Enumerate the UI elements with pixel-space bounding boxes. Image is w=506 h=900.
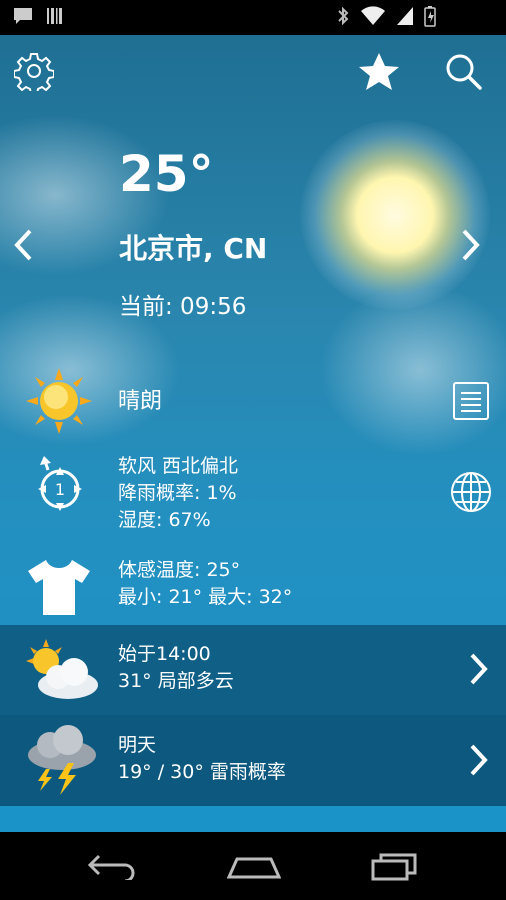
forecast-row-tomorrow[interactable]: 明天 19° / 30° 雷雨概率: [0, 715, 506, 806]
search-icon: [446, 54, 482, 90]
forecast-tomorrow-detail: 19° / 30° 雷雨概率: [118, 761, 286, 783]
chat-notification-icon: [12, 6, 34, 30]
wind-direction: 软风 西北偏北: [118, 455, 239, 477]
weather-screen: 25° 北京市, CN 当前: 09:56 晴朗 1 软风 西北偏北 降雨概率:…: [0, 0, 506, 900]
updated-time: 当前: 09:56: [119, 294, 247, 320]
battery-icon: [424, 5, 436, 31]
wifi-icon: [360, 6, 386, 30]
feels-like: 体感温度: 25°: [118, 559, 241, 581]
partly-cloudy-icon: [22, 639, 100, 705]
city-name: 北京市, CN: [119, 232, 268, 265]
forecast-row-later[interactable]: 始于14:00 31° 局部多云: [0, 625, 506, 715]
forecast-later-text: 始于14:00 31° 局部多云: [118, 641, 234, 695]
settings-button[interactable]: [12, 49, 56, 93]
forecast-tomorrow-text: 明天 19° / 30° 雷雨概率: [118, 732, 286, 786]
condition-text: 晴朗: [118, 389, 163, 414]
globe-icon: [451, 472, 491, 512]
humidity: 湿度: 67%: [118, 509, 211, 531]
wind-info: 软风 西北偏北 降雨概率: 1% 湿度: 67%: [118, 453, 238, 534]
cloud-decoration: [320, 285, 506, 455]
recent-apps-icon: [371, 853, 417, 881]
home-icon: [227, 857, 281, 879]
chevron-left-icon: [14, 229, 32, 261]
recent-apps-button[interactable]: [362, 844, 426, 888]
bluetooth-icon: [336, 5, 350, 31]
next-location-button[interactable]: [454, 225, 488, 265]
feels-like-info: 体感温度: 25° 最小: 21° 最大: 32°: [118, 557, 292, 611]
sunny-icon: [26, 368, 92, 438]
thunderstorm-icon: [22, 723, 100, 801]
forecast-tomorrow-title: 明天: [118, 734, 157, 756]
forecast-later-detail: 31° 局部多云: [118, 670, 234, 692]
chevron-right-icon: [462, 229, 480, 261]
forecast-list-bottom: [0, 806, 506, 832]
sun-background-icon: [300, 120, 490, 310]
map-button[interactable]: [448, 469, 494, 515]
favorite-button[interactable]: [354, 49, 404, 93]
wind-speed-label: 1: [55, 480, 65, 499]
wind-compass-icon: 1: [30, 455, 90, 525]
forecast-later-title: 始于14:00: [118, 643, 211, 665]
precip-chance: 降雨概率: 1%: [118, 482, 237, 504]
back-icon: [87, 854, 135, 880]
barcode-icon: [46, 6, 64, 30]
search-button[interactable]: [440, 49, 486, 93]
chevron-right-icon: [468, 652, 490, 690]
signal-icon: [396, 6, 414, 30]
back-button[interactable]: [80, 844, 144, 888]
navigation-bar: [0, 832, 506, 900]
gear-icon: [14, 53, 54, 91]
document-icon: [453, 382, 489, 420]
min-max: 最小: 21° 最大: 32°: [118, 586, 293, 608]
star-icon: [359, 53, 399, 90]
previous-location-button[interactable]: [6, 225, 40, 265]
chevron-right-icon: [468, 743, 490, 781]
home-button[interactable]: [222, 844, 286, 888]
current-temperature: 25°: [119, 145, 214, 203]
weather-app: 25° 北京市, CN 当前: 09:56 晴朗 1 软风 西北偏北 降雨概率:…: [0, 35, 506, 832]
tshirt-icon: [26, 557, 92, 621]
status-bar: [0, 0, 506, 35]
details-button[interactable]: [450, 380, 492, 422]
